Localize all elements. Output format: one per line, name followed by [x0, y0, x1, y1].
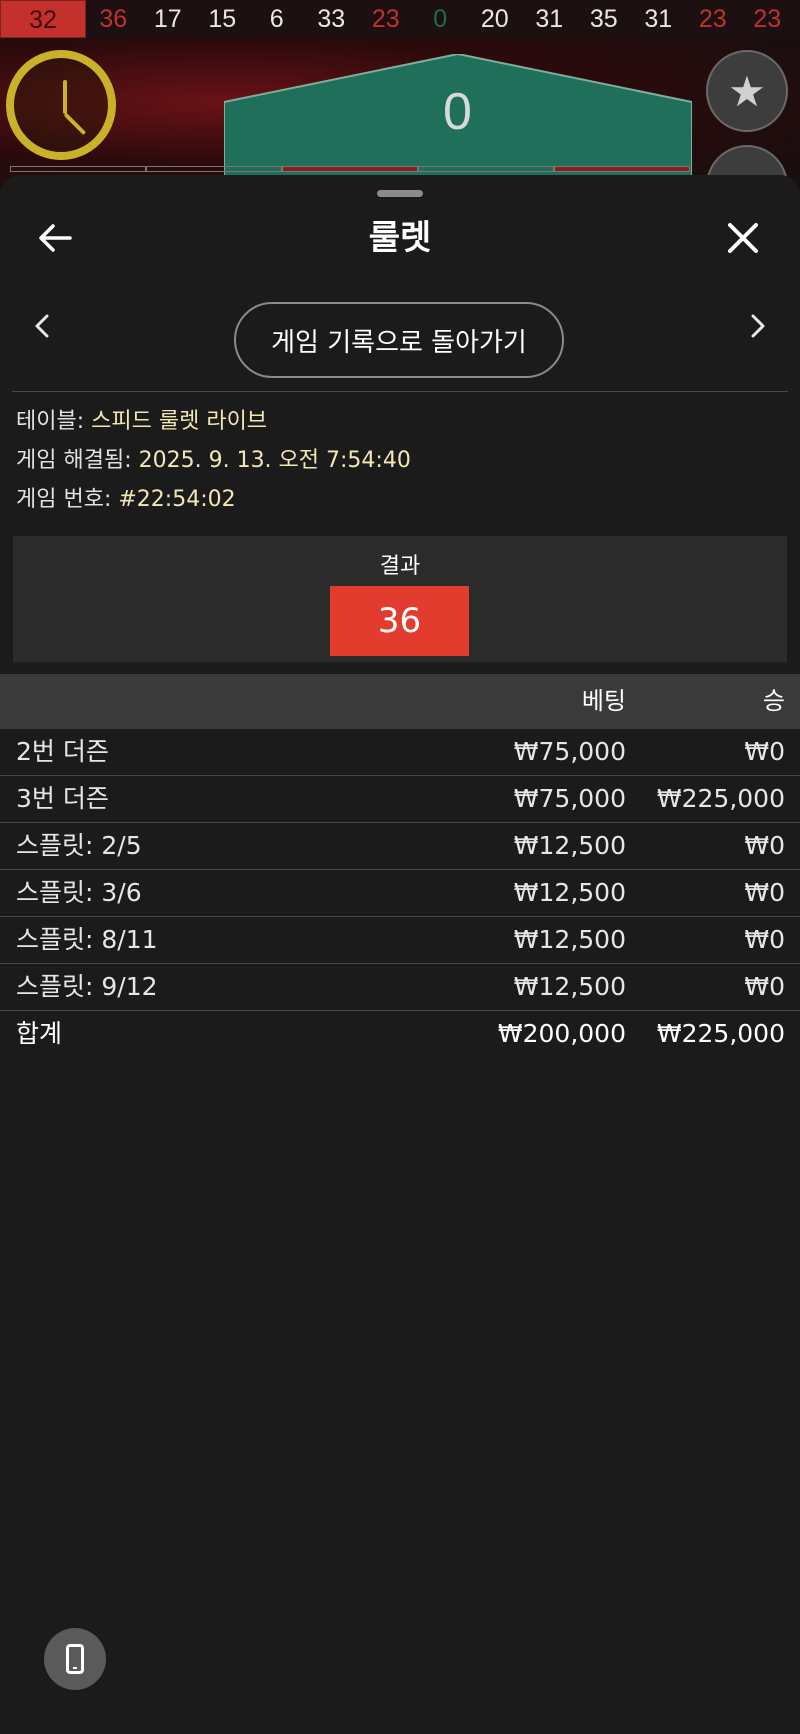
bets-table-header: 베팅 승 [0, 674, 800, 729]
bet-amount: ₩12,500 [513, 831, 626, 860]
bet-name: 스플릿: 9/12 [16, 972, 158, 1001]
bet-name: 2번 더즌 [16, 737, 109, 766]
result-number: 36 [330, 586, 469, 656]
table-edge [10, 166, 690, 172]
chevron-left-icon [35, 314, 49, 338]
total-bet-amount: ₩200,000 [497, 1019, 626, 1048]
zero-label: 0 [443, 83, 472, 141]
history-item: 0 [433, 5, 448, 33]
history-item: 23 [753, 5, 782, 33]
history-item: 6 [269, 5, 284, 33]
game-number-value: #22:54:02 [118, 487, 236, 512]
table-row: 스플릿: 2/5 ₩12,500 ₩0 [0, 823, 800, 870]
bet-column-header: 베팅 [581, 687, 626, 715]
total-label: 합계 [16, 1019, 63, 1048]
result-history-strip: 32 36 17 15 6 33 23 0 20 31 35 31 23 23 [0, 0, 800, 38]
bet-amount: ₩12,500 [513, 878, 626, 907]
result-label: 결과 [379, 554, 421, 579]
win-amount: ₩225,000 [656, 784, 785, 813]
sheet-drag-handle[interactable] [377, 190, 423, 197]
close-icon [728, 223, 758, 253]
table-value: 스피드 룰렛 라이브 [91, 409, 268, 434]
bet-name: 스플릿: 8/11 [16, 925, 158, 954]
resolved-value: 2025. 9. 13. 오전 7:54:40 [138, 448, 411, 473]
table-label: 테이블: [16, 409, 85, 434]
clock-icon [6, 50, 116, 160]
bet-amount: ₩12,500 [513, 925, 626, 954]
bet-amount: ₩75,000 [513, 737, 626, 766]
history-item: 17 [153, 5, 182, 33]
table-row: 2번 더즌 ₩75,000 ₩0 [0, 729, 800, 776]
win-amount: ₩0 [744, 878, 785, 907]
history-item: 33 [317, 5, 346, 33]
bet-amount: ₩12,500 [513, 972, 626, 1001]
divider [12, 391, 788, 392]
resolved-info: 게임 해결됨: 2025. 9. 13. 오전 7:54:40 [16, 446, 411, 476]
chevron-right-icon [751, 314, 765, 338]
phone-icon [66, 1644, 84, 1674]
favorite-button[interactable]: ★ [706, 50, 788, 132]
table-row: 스플릿: 3/6 ₩12,500 ₩0 [0, 870, 800, 917]
win-amount: ₩0 [744, 831, 785, 860]
history-item: 35 [589, 5, 618, 33]
star-icon: ★ [728, 66, 766, 116]
total-win-amount: ₩225,000 [656, 1019, 785, 1048]
resolved-label: 게임 해결됨: [16, 448, 132, 473]
bet-name: 스플릿: 3/6 [16, 878, 142, 907]
history-item: 32 [0, 0, 86, 38]
back-to-history-button[interactable]: 게임 기록으로 돌아가기 [234, 302, 564, 378]
table-info: 테이블: 스피드 룰렛 라이브 [16, 407, 267, 437]
sheet-title: 룰렛 [368, 218, 432, 258]
history-item: 23 [371, 5, 400, 33]
table-row: 3번 더즌 ₩75,000 ₩225,000 [0, 776, 800, 823]
bets-table: 베팅 승 2번 더즌 ₩75,000 ₩0 3번 더즌 ₩75,000 ₩225… [0, 674, 800, 1057]
table-row: 스플릿: 9/12 ₩12,500 ₩0 [0, 964, 800, 1011]
result-panel: 결과 36 [13, 536, 787, 662]
table-row: 스플릿: 8/11 ₩12,500 ₩0 [0, 917, 800, 964]
bet-name: 스플릿: 2/5 [16, 831, 142, 860]
history-item: 23 [698, 5, 727, 33]
bet-name: 3번 더즌 [16, 784, 109, 813]
win-amount: ₩0 [744, 737, 785, 766]
history-item: 15 [208, 5, 237, 33]
game-number-label: 게임 번호: [16, 487, 112, 512]
live-game-view: 0 [0, 38, 800, 198]
game-number-info: 게임 번호: #22:54:02 [16, 485, 236, 515]
win-amount: ₩0 [744, 925, 785, 954]
previous-game-button[interactable] [26, 303, 58, 349]
device-orientation-button[interactable] [44, 1628, 106, 1690]
history-item: 20 [480, 5, 509, 33]
history-item: 31 [535, 5, 564, 33]
close-button[interactable] [718, 213, 768, 263]
game-detail-sheet: 룰렛 게임 기록으로 돌아가기 테이블: 스피드 룰렛 라이브 게임 해결됨: … [0, 175, 800, 1734]
win-column-header: 승 [762, 687, 785, 715]
win-amount: ₩0 [744, 972, 785, 1001]
bet-amount: ₩75,000 [513, 784, 626, 813]
next-game-button[interactable] [742, 303, 774, 349]
history-item: 31 [644, 5, 673, 33]
total-row: 합계 ₩200,000 ₩225,000 [0, 1011, 800, 1057]
history-item: 36 [99, 5, 128, 33]
